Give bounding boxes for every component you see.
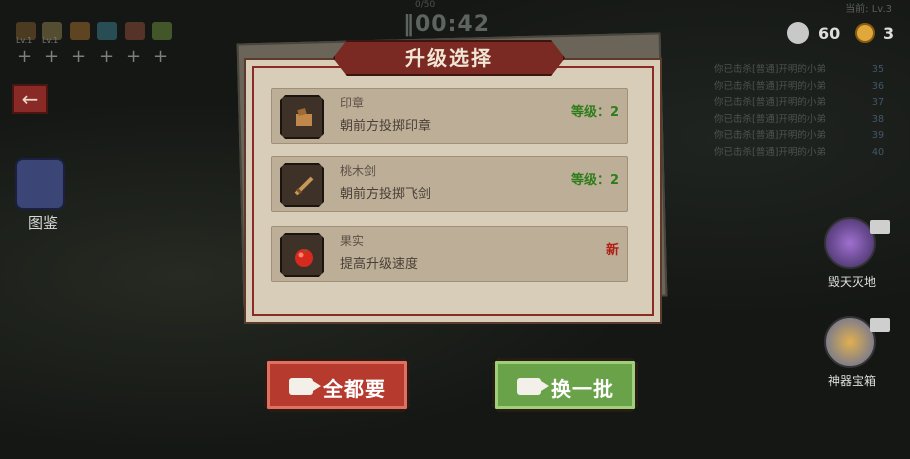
option-name: 果实 (340, 234, 365, 248)
back-button[interactable]: ← (12, 84, 48, 114)
tomato-fruit-icon (280, 233, 324, 277)
upgrade-option-wooden-sword[interactable]: 桃木剑 朝前方投掷飞剑 等级：2 (271, 156, 628, 212)
codex-book-icon[interactable] (15, 158, 65, 210)
option-level-badge: 等级：2 (570, 105, 619, 120)
kill-log: 你已击杀[普通]开明的小弟 35 你已击杀[普通]开明的小弟 36 你已击杀[普通]… (714, 62, 884, 161)
reroll-label: 换一批 (551, 377, 614, 401)
reroll-button[interactable]: 换一批 (492, 358, 638, 412)
wave-counter: 0/50 (415, 0, 436, 10)
skull-kills-icon (787, 22, 809, 44)
kill-log-line: 你已击杀[普通]开明的小弟 38 (714, 113, 884, 125)
empty-slot-plus-icon: + (44, 46, 60, 67)
kill-log-line: 你已击杀[普通]开明的小弟 36 (714, 80, 884, 92)
dialog-title: 升级选择 (405, 46, 493, 70)
kill-log-line: 你已击杀[普通]开明的小弟 40 (714, 146, 884, 158)
timer-value: 00:42 (415, 12, 491, 37)
video-ad-icon (870, 220, 890, 234)
option-description: 朝前方投掷飞剑 (340, 187, 432, 202)
weapon-slot-3-icon (70, 22, 90, 40)
destroy-all-label[interactable]: 毁天灭地 (828, 273, 876, 290)
gold-coin-icon (855, 23, 875, 43)
video-camera-icon (517, 378, 549, 395)
option-description: 提高升级速度 (340, 257, 419, 272)
option-description: 朝前方投掷印章 (340, 119, 432, 134)
weapon-slot-4-icon (97, 22, 117, 40)
artifact-chest-icon[interactable] (824, 316, 876, 368)
option-name: 印章 (340, 96, 365, 110)
weapon-slot-5-icon (125, 22, 145, 40)
take-all-button[interactable]: 全都要 (264, 358, 410, 412)
arrow-left-icon: ← (21, 87, 39, 111)
game-timer: ‖00:42 (403, 12, 490, 37)
kill-log-line: 你已击杀[普通]开明的小弟 37 (714, 97, 884, 108)
weapon-slot-2-level: Lv.1 (42, 36, 59, 45)
empty-slot-plus-icon: + (17, 46, 33, 67)
wooden-sword-icon (280, 163, 324, 207)
option-level-badge: 等级：2 (570, 173, 619, 188)
destroy-all-skill-icon[interactable] (824, 217, 876, 269)
video-camera-icon (289, 378, 321, 395)
option-name: 桃木剑 (340, 164, 377, 178)
upgrade-option-seal[interactable]: 印章 朝前方投掷印章 等级：2 (271, 88, 628, 144)
empty-slot-plus-icon: + (126, 46, 142, 67)
kill-log-line: 你已击杀[普通]开明的小弟 39 (714, 130, 884, 141)
artifact-chest-label[interactable]: 神器宝箱 (828, 372, 876, 389)
weapon-slot-6-icon (152, 22, 172, 40)
upgrade-option-fruit[interactable]: 果实 提高升级速度 新 (271, 226, 628, 282)
video-ad-icon (870, 318, 890, 332)
pause-icon: ‖ (403, 12, 415, 37)
empty-slot-plus-icon: + (153, 46, 169, 67)
coin-count: 3 (883, 24, 895, 43)
empty-slot-plus-icon: + (99, 46, 115, 67)
kill-log-line: 你已击杀[普通]开明的小弟 35 (714, 64, 884, 75)
seal-icon (280, 95, 324, 139)
current-level: 当前: Lv.3 (845, 4, 892, 15)
empty-slot-plus-icon: + (71, 46, 87, 67)
weapon-slot-1-level: Lv.1 (16, 36, 33, 45)
codex-label[interactable]: 图鉴 (28, 212, 58, 233)
take-all-label: 全都要 (323, 377, 386, 401)
kill-count: 60 (818, 24, 841, 43)
option-new-badge: 新 (605, 243, 619, 258)
